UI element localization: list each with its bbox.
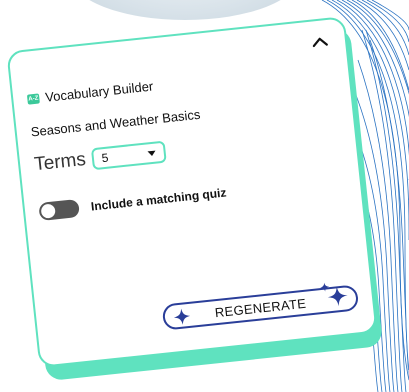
toggle-knob — [40, 203, 56, 219]
caret-down-icon — [147, 150, 156, 156]
app-title: Vocabulary Builder — [44, 78, 154, 105]
vocabulary-card: A-Z Vocabulary Builder Seasons and Weath… — [6, 16, 384, 382]
chevron-up-icon — [312, 37, 328, 48]
terms-row: Terms 5 — [33, 140, 167, 177]
terms-value: 5 — [100, 150, 110, 166]
terms-select[interactable]: 5 — [90, 140, 167, 171]
sparkle-icon — [320, 282, 348, 307]
card-header: A-Z Vocabulary Builder — [26, 78, 154, 107]
collapse-button[interactable] — [308, 32, 332, 52]
card-body: A-Z Vocabulary Builder Seasons and Weath… — [6, 16, 378, 368]
matching-quiz-toggle[interactable] — [38, 198, 80, 222]
sparkle-icon — [173, 308, 191, 325]
quiz-label: Include a matching quiz — [90, 185, 227, 214]
terms-label: Terms — [33, 148, 87, 176]
topic-title: Seasons and Weather Basics — [30, 106, 202, 140]
regenerate-label: REGENERATE — [214, 295, 307, 320]
regenerate-button[interactable]: REGENERATE — [161, 282, 360, 331]
vocabulary-icon: A-Z — [26, 92, 40, 105]
quiz-option-row: Include a matching quiz — [38, 183, 227, 222]
